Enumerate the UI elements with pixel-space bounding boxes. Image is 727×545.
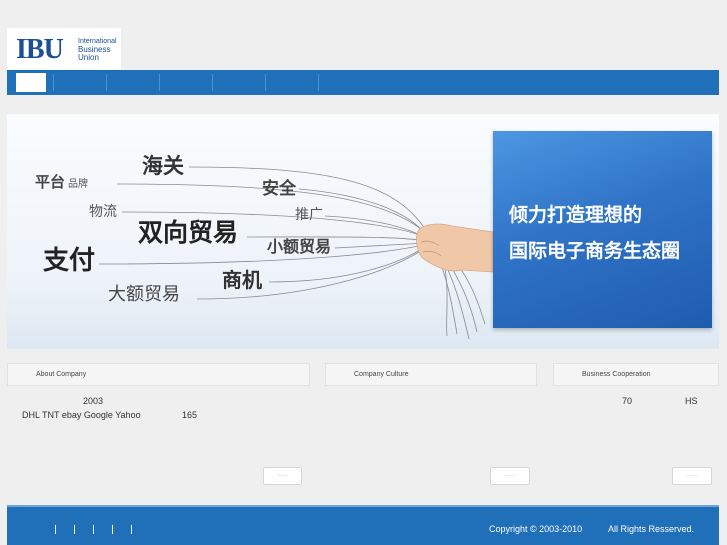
logo-text: International Business Union [78,38,117,62]
word-xiaoe: 小额贸易 [267,237,332,256]
footer-link-divider [131,525,132,534]
nav-item-3[interactable] [108,73,158,92]
slogan-card: 倾力打造理想的 国际电子商务生态圈 [493,131,712,328]
word-haiguan: 海关 [142,154,184,178]
footer-link-divider [112,525,113,534]
footer-link-divider [74,525,75,534]
word-wuliu: 物流 [89,204,117,220]
nav-divider [265,74,266,91]
word-shuangxiang: 双向贸易 [138,218,239,247]
slogan-line-2: 国际电子商务生态圈 [509,240,681,262]
hero-banner[interactable]: 海关 平台 品牌 安全 物流 推广 双向贸易 小额贸易 支付 商机 大额贸易 倾… [7,114,719,349]
about-company-header[interactable]: About Company [7,363,310,386]
nav-item-6[interactable] [267,73,317,92]
nav-divider [212,74,213,91]
nav-divider [106,74,107,91]
company-culture-header[interactable]: Company Culture [325,363,537,386]
nav-divider [53,74,54,91]
nav-item-home[interactable] [16,73,46,92]
cooperation-code: HS [685,396,698,406]
footer-link-divider [93,525,94,534]
cooperation-number: 70 [622,396,633,406]
slogan-line-1: 倾力打造理想的 [509,204,643,226]
word-pinpai: 品牌 [68,179,88,190]
nav-item-2[interactable] [55,73,105,92]
footer-link-divider [55,525,56,534]
logo-mark: IBU [16,34,64,65]
footer: Copyright © 2003-2010 All Rights Resserv… [7,505,719,545]
rights-text: All Rights Resserved. [608,524,695,534]
business-cooperation-header[interactable]: Business Cooperation [553,363,719,386]
main-nav [7,70,719,95]
nav-item-5[interactable] [214,73,264,92]
word-anquan: 安全 [262,179,296,199]
word-shangji: 商机 [222,268,262,292]
about-year: 2003 [83,396,104,406]
nav-divider [159,74,160,91]
culture-more-button[interactable]: ······ [490,467,530,485]
word-zhifu: 支付 [43,246,96,276]
word-dae: 大额贸易 [108,284,180,305]
cooperation-more-button[interactable]: ······ [672,467,712,485]
about-more-button[interactable]: ······ [263,467,302,485]
nav-item-4[interactable] [161,73,211,92]
logo-line-union: Union [78,53,99,62]
nav-divider [318,74,319,91]
copyright-text: Copyright © 2003-2010 [489,524,583,534]
word-pingtai: 平台 [35,173,66,191]
word-tuiguang: 推广 [295,207,323,223]
about-count: 165 [182,410,198,420]
about-partners: DHL TNT ebay Google Yahoo [22,410,141,420]
